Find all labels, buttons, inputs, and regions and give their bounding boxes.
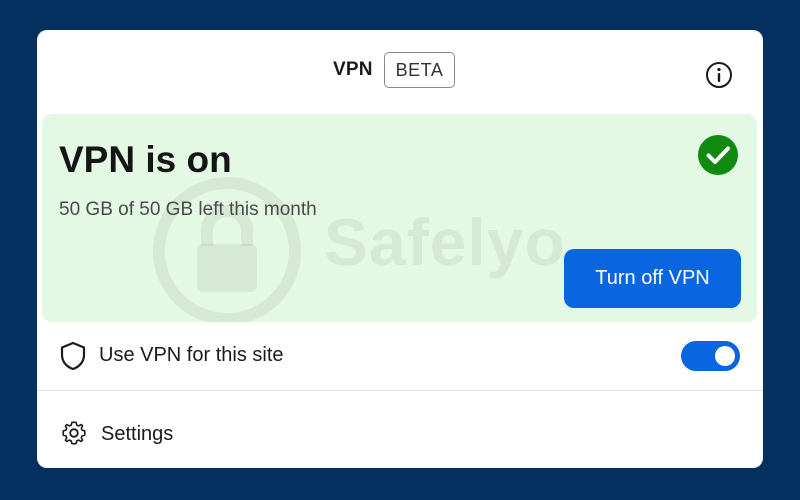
- panel-header: VPN BETA: [37, 30, 763, 116]
- panel-title: VPN: [333, 59, 373, 80]
- site-vpn-label: Use VPN for this site: [99, 344, 284, 366]
- turn-off-vpn-button[interactable]: Turn off VPN: [564, 249, 741, 308]
- title-group: VPN BETA: [333, 52, 456, 88]
- status-heading: VPN is on: [59, 139, 232, 180]
- settings-label: Settings: [101, 423, 174, 445]
- gear-icon: [62, 421, 86, 445]
- shield-icon: [60, 341, 86, 371]
- site-vpn-toggle[interactable]: [681, 341, 740, 371]
- toggle-knob: [715, 346, 735, 366]
- watermark-lock-icon: [153, 177, 301, 322]
- info-icon[interactable]: [705, 61, 733, 89]
- check-circle-icon: [698, 135, 738, 175]
- watermark-text: Safelyo: [324, 205, 566, 279]
- settings-row[interactable]: Settings: [37, 391, 763, 468]
- site-vpn-row: Use VPN for this site: [37, 322, 763, 390]
- data-remaining-text: 50 GB of 50 GB left this month: [59, 199, 317, 220]
- beta-badge: BETA: [383, 52, 456, 88]
- vpn-panel: VPN BETA Safelyo VPN is on 50 GB of 50 G…: [37, 30, 763, 468]
- vpn-status-card: Safelyo VPN is on 50 GB of 50 GB left th…: [42, 114, 757, 322]
